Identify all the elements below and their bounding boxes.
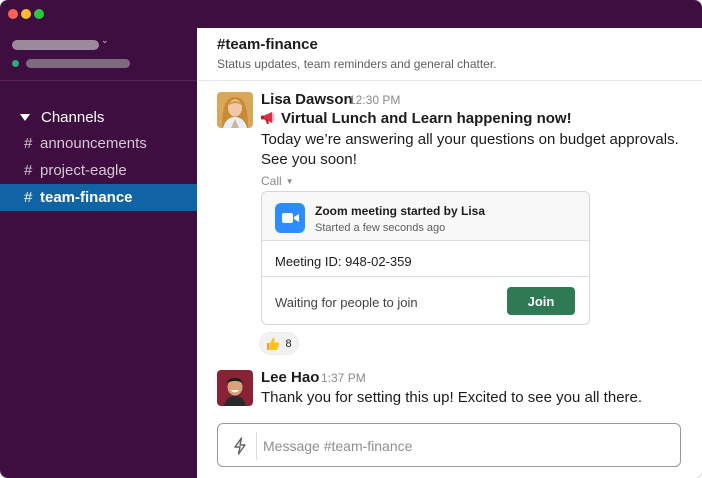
title-bar bbox=[0, 0, 702, 28]
call-status: Waiting for people to join bbox=[275, 295, 418, 310]
minimize-window-button[interactable] bbox=[21, 9, 31, 19]
call-card-header: Zoom meeting started by Lisa Started a f… bbox=[262, 192, 589, 241]
message-line: See you soon! bbox=[261, 151, 357, 168]
channel-title[interactable]: #team-finance bbox=[217, 36, 318, 53]
sidebar-item-team-finance[interactable]: # team-finance bbox=[0, 184, 197, 211]
message-timestamp[interactable]: 1:37 PM bbox=[321, 371, 366, 385]
sidebar-item-announcements[interactable]: # announcements bbox=[0, 130, 197, 157]
lightning-bolt-icon[interactable] bbox=[233, 437, 247, 455]
user-status-placeholder[interactable] bbox=[26, 59, 130, 68]
thumbs-up-icon bbox=[267, 337, 280, 350]
call-label[interactable]: Call ▼ bbox=[261, 174, 294, 188]
channel-topic: Status updates, team reminders and gener… bbox=[217, 57, 497, 71]
sidebar-item-label: announcements bbox=[40, 135, 147, 152]
sidebar-item-label: team-finance bbox=[40, 189, 133, 206]
zoom-window-button[interactable] bbox=[34, 9, 44, 19]
reaction-count: 8 bbox=[285, 337, 292, 350]
message-timestamp[interactable]: 12:30 PM bbox=[349, 93, 400, 107]
channel-view: #team-finance Status updates, team remin… bbox=[197, 28, 702, 478]
card-divider bbox=[262, 276, 589, 277]
hash-icon: # bbox=[24, 162, 33, 179]
call-label-text: Call bbox=[261, 174, 282, 188]
avatar-lisa-image bbox=[217, 92, 253, 128]
workspace-name-placeholder[interactable] bbox=[12, 40, 99, 50]
message-input[interactable] bbox=[263, 432, 663, 460]
sidebar: ⌄ Channels # announcements # project-eag… bbox=[0, 28, 197, 478]
channel-header: #team-finance Status updates, team remin… bbox=[197, 28, 702, 81]
avatar[interactable] bbox=[217, 370, 253, 406]
call-card: Zoom meeting started by Lisa Started a f… bbox=[261, 191, 590, 325]
chevron-down-icon[interactable]: ⌄ bbox=[101, 36, 109, 46]
caret-down-icon[interactable] bbox=[20, 113, 30, 121]
sidebar-divider bbox=[0, 80, 197, 81]
close-window-button[interactable] bbox=[8, 9, 18, 19]
hash-icon: # bbox=[24, 135, 33, 152]
message-composer bbox=[217, 423, 681, 467]
call-subtitle: Started a few seconds ago bbox=[315, 222, 446, 234]
channels-section-header[interactable]: Channels bbox=[0, 106, 197, 128]
composer-divider bbox=[256, 432, 257, 460]
message-line: Today we’re answering all your questions… bbox=[261, 131, 679, 148]
message-line: Thank you for setting this up! Excited t… bbox=[261, 389, 643, 406]
presence-dot bbox=[12, 60, 19, 67]
video-camera-icon bbox=[275, 203, 305, 233]
message-text: Virtual Lunch and Learn happening now! bbox=[261, 110, 572, 127]
message-line: Virtual Lunch and Learn happening now! bbox=[281, 110, 572, 127]
app-window: ⌄ Channels # announcements # project-eag… bbox=[0, 0, 702, 478]
call-title: Zoom meeting started by Lisa bbox=[315, 204, 486, 218]
message-author[interactable]: Lee Hao bbox=[261, 369, 319, 386]
avatar[interactable] bbox=[217, 92, 253, 128]
channels-label: Channels bbox=[41, 108, 105, 126]
reaction-pill[interactable]: 8 bbox=[259, 332, 299, 355]
avatar-lee-image bbox=[217, 370, 253, 406]
sidebar-item-label: project-eagle bbox=[40, 162, 127, 179]
chevron-down-icon: ▼ bbox=[285, 177, 294, 186]
join-button[interactable]: Join bbox=[507, 287, 575, 315]
meeting-id: Meeting ID: 948-02-359 bbox=[275, 254, 412, 269]
sidebar-item-project-eagle[interactable]: # project-eagle bbox=[0, 157, 197, 184]
message-author[interactable]: Lisa Dawson bbox=[261, 91, 353, 108]
hash-icon: # bbox=[24, 189, 33, 206]
megaphone-icon bbox=[261, 112, 275, 124]
